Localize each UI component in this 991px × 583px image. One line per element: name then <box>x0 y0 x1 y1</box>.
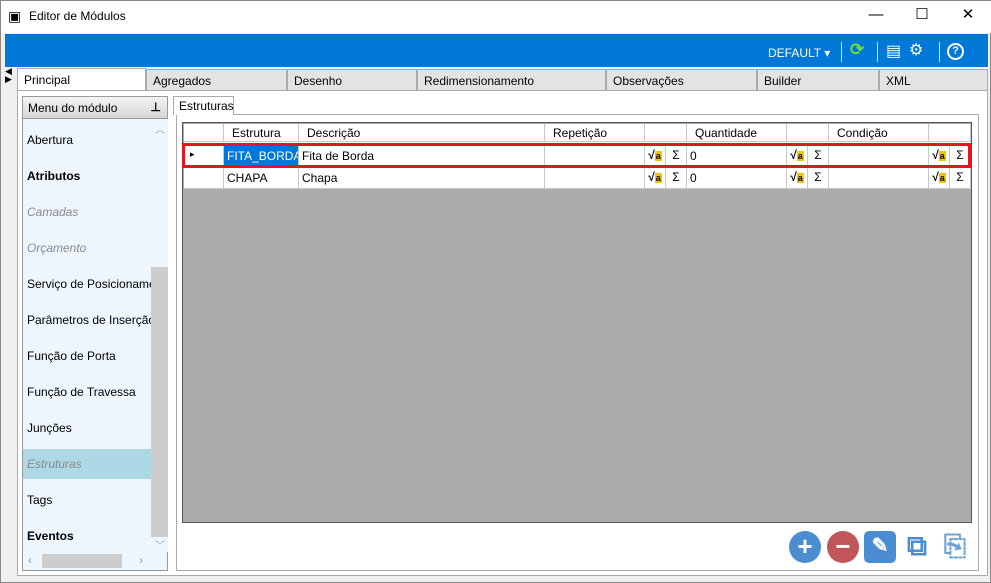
window-title: Editor de Módulos <box>29 9 126 23</box>
menu-item-eventos[interactable]: Eventos <box>23 521 151 551</box>
app-icon: ▣ <box>8 8 22 24</box>
tab-builder[interactable]: Builder <box>757 69 879 90</box>
menu-item-camadas: Camadas <box>27 205 79 219</box>
formula-icon[interactable]: √a <box>787 168 808 189</box>
tab-xml[interactable]: XML <box>879 69 988 90</box>
pin-icon[interactable]: ⊥ <box>151 100 161 114</box>
menu-item-tags[interactable]: Tags <box>23 485 151 515</box>
module-menu-title: Menu do módulo <box>28 101 118 115</box>
module-menu: Menu do módulo ⊥ Abertura Atributos Cama… <box>22 96 168 571</box>
cell-estrutura[interactable]: CHAPA <box>224 168 299 189</box>
tab-observacoes[interactable]: Observações <box>606 69 757 90</box>
sum-icon[interactable]: Σ <box>950 168 971 189</box>
menu-item-juncoes[interactable]: Junções <box>23 413 151 443</box>
menu-item-abertura[interactable]: Abertura <box>23 125 151 155</box>
refresh-icon[interactable]: ⟳ <box>850 40 864 60</box>
selected-row-highlight <box>182 143 971 168</box>
maximize-button[interactable]: ☐ <box>899 1 945 31</box>
tab-principal[interactable]: Principal <box>17 68 146 90</box>
col-blank <box>645 124 687 142</box>
menu-item-funcao-travessa[interactable]: Função de Travessa <box>23 377 151 407</box>
menu-item-servico-posicionamento[interactable]: Serviço de Posicionamento <box>23 269 151 299</box>
grid-header: Estrutura Descrição Repetição Quantidade… <box>184 124 971 144</box>
col-blank <box>929 124 971 142</box>
menu-item-estruturas[interactable]: Estruturas <box>23 449 151 479</box>
row-header-corner <box>184 124 224 142</box>
cell-descricao[interactable]: Chapa <box>299 168 545 189</box>
paste-button[interactable]: ⎘ <box>939 531 971 563</box>
sum-icon[interactable]: Σ <box>666 168 687 189</box>
sum-icon[interactable]: Σ <box>808 168 829 189</box>
table-row[interactable]: CHAPA Chapa √a Σ 0 √a Σ √a Σ <box>184 168 971 189</box>
profile-dropdown[interactable]: DEFAULT ▾ <box>768 46 830 60</box>
menu-item-funcao-porta[interactable]: Função de Porta <box>23 341 151 371</box>
col-estrutura[interactable]: Estrutura <box>224 124 299 142</box>
menu-item-orcamento: Orçamento <box>27 241 87 255</box>
formula-icon[interactable]: √a <box>645 168 666 189</box>
col-condicao[interactable]: Condição <box>829 124 929 142</box>
col-quantidade[interactable]: Quantidade <box>687 124 787 142</box>
separator <box>877 42 878 62</box>
row-header[interactable] <box>184 168 224 189</box>
remove-button[interactable]: − <box>827 531 859 563</box>
tab-redimensionamento[interactable]: Redimensionamento <box>417 69 606 90</box>
cell-quantidade[interactable]: 0 <box>687 168 787 189</box>
col-repeticao[interactable]: Repetição <box>545 124 645 142</box>
window: ▣ Editor de Módulos — ☐ ✕ DEFAULT ▾ ⟳ ▤ … <box>0 0 991 583</box>
collapse-arrows-icon[interactable]: ◀ ▶ <box>5 67 12 84</box>
settings-icon[interactable]: ⚙ <box>909 40 923 60</box>
scroll-down-icon[interactable]: ﹀ <box>155 537 165 552</box>
edit-button[interactable]: ✎ <box>864 531 896 563</box>
module-menu-header: Menu do módulo ⊥ <box>23 97 167 119</box>
separator <box>939 42 940 62</box>
cell-repeticao[interactable] <box>545 168 645 189</box>
add-button[interactable]: + <box>789 531 821 563</box>
close-button[interactable]: ✕ <box>945 1 991 31</box>
scroll-right-icon[interactable]: › <box>139 553 143 567</box>
formula-icon[interactable]: √a <box>929 168 950 189</box>
col-blank <box>787 124 829 142</box>
estruturas-grid: Estrutura Descrição Repetição Quantidade… <box>182 122 972 523</box>
menu-item-parametros-insercao[interactable]: Parâmetros de Inserção <box>23 305 151 335</box>
toolbar: DEFAULT ▾ ⟳ ▤ ⚙ ? <box>5 34 988 67</box>
scroll-left-icon[interactable]: ‹ <box>28 553 32 567</box>
scroll-up-icon[interactable]: ︿ <box>155 121 165 136</box>
tab-agregados[interactable]: Agregados <box>146 69 287 90</box>
help-icon[interactable]: ? <box>947 43 964 60</box>
cell-condicao[interactable] <box>829 168 929 189</box>
scroll-thumb[interactable] <box>42 554 122 568</box>
copy-button[interactable]: ⧉ <box>901 531 933 563</box>
minimize-button[interactable]: — <box>853 1 899 31</box>
subtab-estruturas[interactable]: Estruturas <box>173 96 234 115</box>
tab-desenho[interactable]: Desenho <box>287 69 417 90</box>
title-bar: ▣ Editor de Módulos — ☐ ✕ <box>1 1 991 33</box>
vertical-scrollbar[interactable]: ︿ ﹀ <box>151 119 168 552</box>
menu-item-atributos[interactable]: Atributos <box>23 161 151 191</box>
scroll-thumb[interactable] <box>151 267 168 537</box>
layout-icon[interactable]: ▤ <box>886 41 901 61</box>
horizontal-scrollbar[interactable]: ‹ › <box>23 552 151 570</box>
separator <box>841 42 842 62</box>
col-descricao[interactable]: Descrição <box>299 124 545 142</box>
